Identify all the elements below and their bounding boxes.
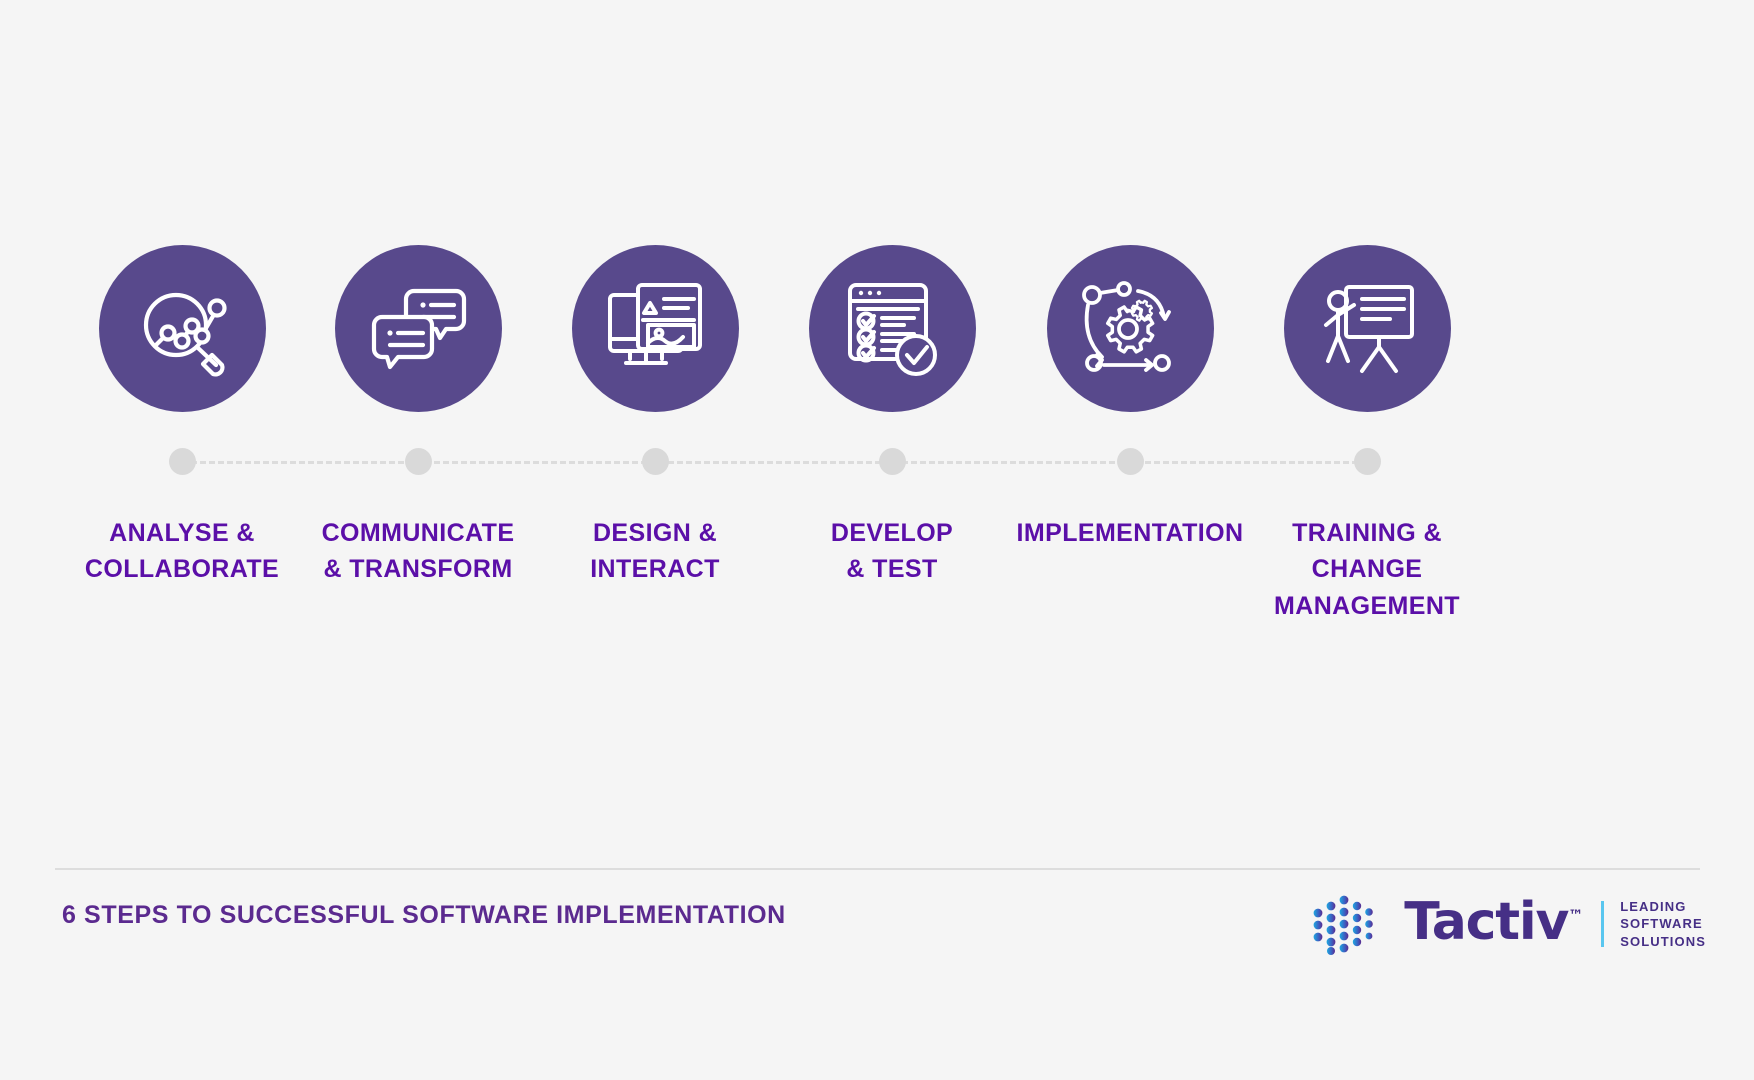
- step-2-label: COMMUNICATE & TRANSFORM: [321, 519, 515, 584]
- tactiv-dot-matrix-icon: [1312, 891, 1390, 957]
- presenter-whiteboard-icon: [1316, 279, 1418, 379]
- footer-title: 6 Steps to Successful Software Implement…: [62, 901, 786, 929]
- chat-bubbles-icon: [368, 283, 468, 375]
- slide-canvas: ANALYSE & COLLABORATE COMMUNICATE & TRAN…: [0, 0, 1754, 1080]
- step-4-icon-circle: [808, 245, 976, 412]
- process-steps: ANALYSE & COLLABORATE COMMUNICATE & TRAN…: [0, 0, 1754, 700]
- tagline-line-3: SOLUTIONS: [1620, 933, 1706, 949]
- step-6-icon-circle: [1283, 245, 1451, 412]
- monitor-design-icon: [604, 279, 706, 379]
- step-node-2: [404, 448, 432, 475]
- tactiv-tagline: LEADING SOFTWARE SOLUTIONS: [1620, 898, 1706, 949]
- step-node-6: [1353, 448, 1381, 475]
- step-node-3: [641, 448, 669, 475]
- trademark-symbol: ™: [1568, 906, 1584, 925]
- step-3-icon-circle: [571, 245, 739, 412]
- step-2-icon-circle: [334, 245, 502, 412]
- magnifier-analytics-icon: [132, 279, 232, 379]
- step-1-label: ANALYSE & COLLABORATE: [84, 519, 280, 584]
- checklist-approved-icon: [842, 279, 942, 379]
- step-node-5: [1116, 448, 1144, 475]
- tagline-line-1: LEADING: [1620, 899, 1687, 915]
- tagline-line-2: SOFTWARE: [1620, 916, 1703, 932]
- step-6-label: TRAINING & CHANGE MANAGEMENT: [1274, 519, 1460, 620]
- step-4-label: DEVELOP & TEST: [830, 519, 954, 584]
- tactiv-logo[interactable]: Tactiv™ LEADING SOFTWARE SOLUTIONS: [1312, 891, 1706, 957]
- footer-divider: [55, 868, 1700, 870]
- gears-workflow-icon: [1078, 279, 1182, 379]
- step-connector-line: [182, 461, 1367, 466]
- tactiv-wordmark-text: Tactiv: [1404, 892, 1569, 952]
- step-node-1: [168, 448, 196, 475]
- step-5-icon-circle: [1046, 245, 1214, 412]
- step-3-label: DESIGN & INTERACT: [590, 519, 720, 584]
- logo-separator: [1601, 901, 1605, 947]
- tactiv-wordmark: Tactiv™: [1404, 896, 1583, 948]
- footer: 6 Steps to Successful Software Implement…: [0, 885, 1754, 985]
- step-1-icon-circle: [98, 245, 266, 412]
- step-node-4: [878, 448, 906, 475]
